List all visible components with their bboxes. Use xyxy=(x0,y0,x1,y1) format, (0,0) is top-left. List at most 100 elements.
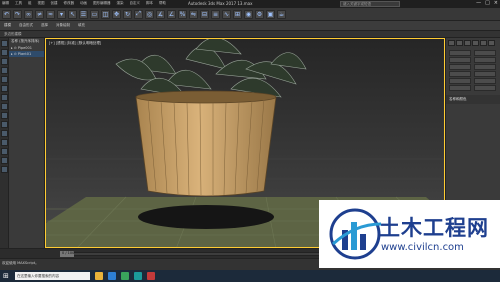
object-type-button[interactable] xyxy=(449,50,471,56)
bind-spacewarp-icon[interactable]: ≈ xyxy=(46,9,55,19)
windows-taskbar: ⊞ 在这里输入你要搜索的内容 xyxy=(0,270,500,282)
menu-item-customize[interactable]: 自定义 xyxy=(130,1,141,6)
filter-cameras-icon[interactable] xyxy=(1,67,8,74)
rotate-icon[interactable]: ↻ xyxy=(123,9,132,19)
modify-tab-icon[interactable] xyxy=(456,40,463,46)
menu-item-help[interactable]: 帮助 xyxy=(159,1,166,6)
filter-lights-icon[interactable] xyxy=(1,58,8,65)
tab-selection[interactable]: 选择 xyxy=(41,23,48,28)
filter-invert-icon[interactable] xyxy=(1,166,8,173)
menu-item-views[interactable]: 视图 xyxy=(38,1,45,6)
hierarchy-tab-icon[interactable] xyxy=(464,40,471,46)
percent-snap-icon[interactable]: % xyxy=(178,9,187,19)
polygon-modeling-label[interactable]: 多边形建模 xyxy=(4,32,22,37)
object-type-button[interactable] xyxy=(473,85,496,91)
pot-shadow xyxy=(138,205,274,229)
angle-snap-icon[interactable]: ∠ xyxy=(167,9,176,19)
file-explorer-icon[interactable] xyxy=(95,272,103,280)
maximize-button[interactable]: □ xyxy=(485,0,490,6)
name-and-color-rollout[interactable]: 名称和颜色 xyxy=(446,95,500,104)
edge-icon[interactable] xyxy=(108,272,116,280)
motion-tab-icon[interactable] xyxy=(472,40,479,46)
menu-item-graph-editors[interactable]: 图形编辑器 xyxy=(93,1,111,6)
app-icon[interactable] xyxy=(147,272,155,280)
menu-item-scripting[interactable]: 脚本 xyxy=(146,1,153,6)
window-crossing-icon[interactable]: ◫ xyxy=(101,9,110,19)
filter-hidden-icon[interactable] xyxy=(1,139,8,146)
object-type-button[interactable] xyxy=(473,71,496,77)
filter-xrefs-icon[interactable] xyxy=(1,103,8,110)
menu-item-tools[interactable]: 工具 xyxy=(15,1,22,6)
pivot-icon[interactable]: ◎ xyxy=(145,9,154,19)
windows-start-icon[interactable]: ⊞ xyxy=(3,272,10,280)
render-icon[interactable]: ☕ xyxy=(277,9,286,19)
unlink-icon[interactable]: ≠ xyxy=(35,9,44,19)
display-tab-icon[interactable] xyxy=(480,40,487,46)
menu-item-rendering[interactable]: 渲染 xyxy=(117,1,124,6)
search-input[interactable]: 键入关键字或短语 xyxy=(340,1,400,7)
object-type-button[interactable] xyxy=(449,85,471,91)
object-type-button[interactable] xyxy=(449,78,471,84)
scale-icon[interactable]: ⤢ xyxy=(134,9,143,19)
render-setup-icon[interactable]: ⚙ xyxy=(255,9,264,19)
object-type-button[interactable] xyxy=(473,57,496,63)
object-type-button[interactable] xyxy=(473,64,496,70)
select-filter-icon[interactable]: ▾ xyxy=(57,9,66,19)
curve-editor-icon[interactable]: ∿ xyxy=(222,9,231,19)
link-icon[interactable]: ∞ xyxy=(24,9,33,19)
object-type-button[interactable] xyxy=(449,57,471,63)
tab-object-paint[interactable]: 对象绘制 xyxy=(56,23,70,28)
filter-containers-icon[interactable] xyxy=(1,121,8,128)
filter-bones-icon[interactable] xyxy=(1,112,8,119)
app-icon[interactable] xyxy=(121,272,129,280)
select-object-icon[interactable]: ↖ xyxy=(68,9,77,19)
watermark-url: www.civilcn.com xyxy=(381,242,464,253)
move-icon[interactable]: ✥ xyxy=(112,9,121,19)
filter-groups-icon[interactable] xyxy=(1,94,8,101)
align-icon[interactable]: ⊟ xyxy=(200,9,209,19)
select-by-name-icon[interactable]: ☰ xyxy=(79,9,88,19)
title-bar: 编辑 工具 组 视图 创建 修改器 动画 图形编辑器 渲染 自定义 脚本 帮助 … xyxy=(0,0,500,8)
menu-item-animation[interactable]: 动画 xyxy=(80,1,87,6)
utilities-tab-icon[interactable] xyxy=(488,40,495,46)
mirror-icon[interactable]: ⇋ xyxy=(189,9,198,19)
object-type-button[interactable] xyxy=(473,50,496,56)
menu-item-create[interactable]: 创建 xyxy=(51,1,58,6)
menu-item-edit[interactable]: 编辑 xyxy=(2,1,9,6)
watermark-brand: 土木工程网 xyxy=(379,216,489,240)
filter-all-icon[interactable] xyxy=(1,148,8,155)
menu-item-group[interactable]: 组 xyxy=(28,1,32,6)
layer-icon[interactable]: ≡ xyxy=(211,9,220,19)
rect-select-icon[interactable]: ▭ xyxy=(90,9,99,19)
filter-none-icon[interactable] xyxy=(1,157,8,164)
schematic-icon[interactable]: ⊞ xyxy=(233,9,242,19)
render-frame-icon[interactable]: ▣ xyxy=(266,9,275,19)
scene-explorer-header[interactable]: 名称 (按升序排序) xyxy=(9,38,44,45)
object-type-button[interactable] xyxy=(449,64,471,70)
filter-spacewarps-icon[interactable] xyxy=(1,85,8,92)
close-button[interactable]: × xyxy=(494,0,498,6)
watermark-logo xyxy=(329,208,382,260)
material-editor-icon[interactable]: ◉ xyxy=(244,9,253,19)
snap-icon[interactable]: ∡ xyxy=(156,9,165,19)
viewport-label[interactable]: [+] [透视] [标准] [默认明暗处理] xyxy=(49,41,101,46)
object-type-button[interactable] xyxy=(449,71,471,77)
filter-shapes-icon[interactable] xyxy=(1,49,8,56)
tab-freeform[interactable]: 自由形式 xyxy=(19,23,33,28)
undo-icon[interactable]: ↶ xyxy=(2,9,11,19)
taskbar-search[interactable]: 在这里输入你要搜索的内容 xyxy=(15,272,90,280)
redo-icon[interactable]: ↷ xyxy=(13,9,22,19)
create-tab-icon[interactable] xyxy=(448,40,455,46)
tab-modeling[interactable]: 建模 xyxy=(4,23,11,28)
filter-frozen-icon[interactable] xyxy=(1,130,8,137)
filter-geometry-icon[interactable] xyxy=(1,40,8,47)
menu-item-modifiers[interactable]: 修改器 xyxy=(64,1,75,6)
object-type-button[interactable] xyxy=(473,78,496,84)
tab-populate[interactable]: 填充 xyxy=(78,23,85,28)
scene-item-plant[interactable]: ▸ ⊙ Plant01 xyxy=(9,51,44,57)
object-type-buttons xyxy=(446,48,500,93)
3dsmax-icon[interactable] xyxy=(134,272,142,280)
filter-helpers-icon[interactable] xyxy=(1,76,8,83)
minimize-button[interactable]: — xyxy=(476,0,481,6)
ribbon-panel: 多边形建模 xyxy=(0,31,500,38)
